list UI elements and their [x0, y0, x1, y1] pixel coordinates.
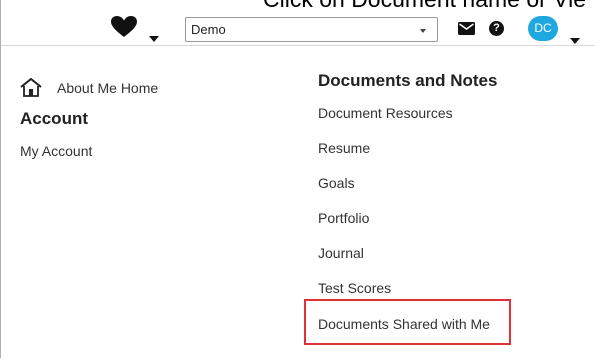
heart-icon: [111, 16, 137, 37]
home-icon: [20, 78, 42, 97]
menu-item-resume[interactable]: Resume: [318, 140, 370, 156]
favorites-menu[interactable]: [111, 16, 159, 42]
chevron-down-icon: [420, 29, 426, 33]
my-account-link[interactable]: My Account: [20, 143, 92, 159]
account-heading: Account: [20, 109, 88, 128]
account-select-value: Demo: [191, 22, 226, 37]
app-frame: Click on Document name or Vie Demo ? DC …: [0, 0, 595, 358]
envelope-icon[interactable]: [458, 22, 475, 35]
menu-item-document-resources[interactable]: Document Resources: [318, 105, 453, 121]
account-select[interactable]: Demo: [185, 17, 438, 42]
highlight-box: [304, 299, 511, 345]
chevron-down-icon[interactable]: [570, 38, 580, 44]
chevron-down-icon: [149, 36, 159, 42]
menu-item-test-scores[interactable]: Test Scores: [318, 280, 391, 296]
instruction-caption: Click on Document name or Vie: [1, 0, 595, 10]
top-nav-bar: Demo ? DC: [1, 10, 595, 46]
menu-item-goals[interactable]: Goals: [318, 175, 355, 191]
menu-item-journal[interactable]: Journal: [318, 245, 364, 261]
avatar[interactable]: DC: [528, 16, 558, 41]
documents-heading: Documents and Notes: [318, 71, 498, 90]
menu-item-portfolio[interactable]: Portfolio: [318, 210, 369, 226]
about-me-home-label: About Me Home: [57, 80, 159, 96]
question-icon[interactable]: ?: [489, 21, 504, 36]
